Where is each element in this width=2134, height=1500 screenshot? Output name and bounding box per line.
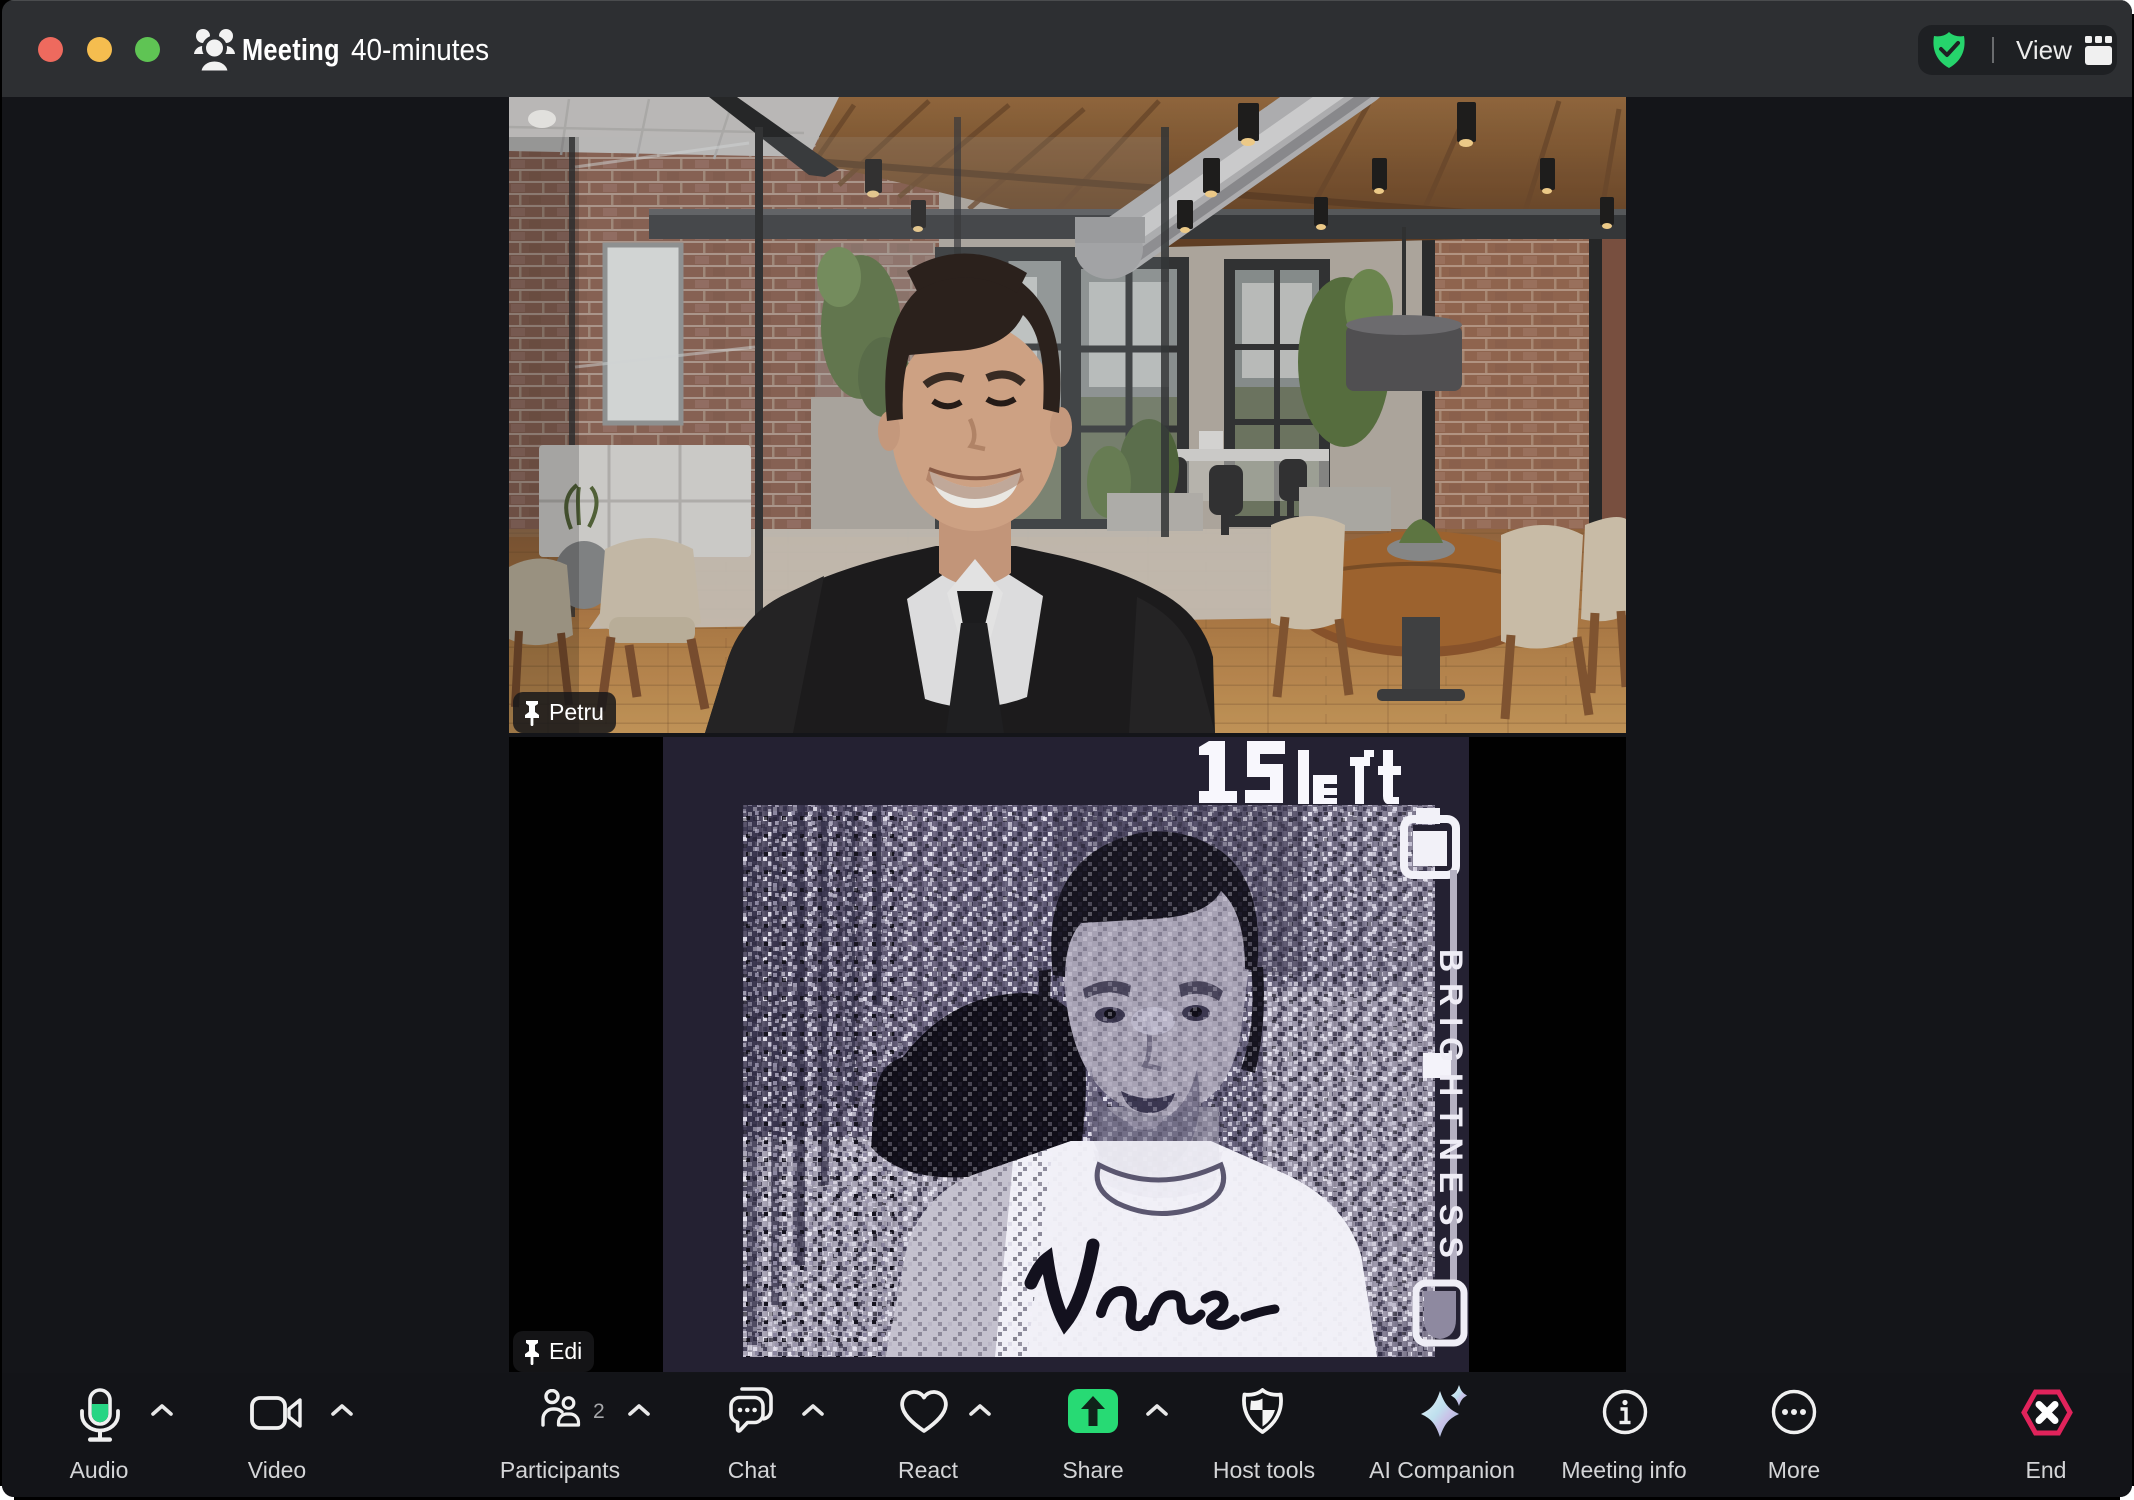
svg-text:BRIGHTNESS: BRIGHTNESS bbox=[1433, 949, 1469, 1269]
